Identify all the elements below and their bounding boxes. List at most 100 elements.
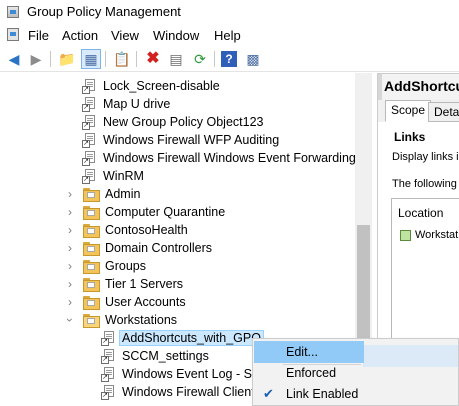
checkmark-icon: ✔ [263,386,274,401]
delete-icon[interactable]: ✖ [143,49,163,69]
links-list-item-label: Workstati [415,229,459,241]
tree-item-label: AddShortcuts_with_GPO [119,330,264,346]
submenu-highlight-band [363,345,458,367]
expand-chevron-icon[interactable]: › [65,185,75,203]
system-menu-icon[interactable] [7,28,19,41]
tree-item-label: New Group Policy Object123 [103,115,264,129]
tree-item-ou[interactable]: Groups [83,257,146,275]
tab-details[interactable]: Detai [428,102,459,122]
ou-folder-icon [83,241,100,256]
tree-item-gpo[interactable]: ↗ Lock_Screen-disable [82,77,220,95]
tree-item-label: Map U drive [103,97,171,111]
tree-item-label: Computer Quarantine [105,205,226,219]
following-sites-text: The following s [392,178,459,190]
gpo-link-icon: ↗ [82,133,97,148]
ou-folder-icon [83,295,100,310]
expand-chevron-icon[interactable]: › [65,239,75,257]
tree-item-gpo-link[interactable]: ↗ Windows Firewall Client [101,383,255,401]
tree-item-gpo-link[interactable]: ↗ SCCM_settings [101,347,209,365]
tree-item-ou-workstations[interactable]: Workstations [83,311,177,329]
details-title: AddShortcut [384,78,459,94]
window-title: Group Policy Management [27,4,181,19]
expand-chevron-icon[interactable]: › [65,203,75,221]
gpo-link-icon: ↗ [101,331,116,346]
refresh-icon[interactable]: ⟳ [190,49,210,69]
gpo-link-icon: ↗ [101,367,116,382]
context-menu-edit[interactable]: Edit... [254,341,364,363]
tree-item-label: Windows Firewall WFP Auditing [103,133,280,147]
tree-item-gpo[interactable]: ↗ Windows Firewall Windows Event Forward… [82,149,372,167]
collapse-chevron-icon[interactable]: › [61,315,79,325]
tree-item-ou[interactable]: Admin [83,185,140,203]
gpo-link-icon: ↗ [82,97,97,112]
up-folder-icon[interactable]: 📁 [57,49,77,69]
tree-item-label: ContosoHealth [105,223,188,237]
ou-folder-open-icon [83,313,100,328]
tree-item-label: SCCM_settings [122,349,209,363]
export-icon[interactable]: ▤ [166,49,186,69]
ou-folder-icon [83,223,100,238]
tab-scope[interactable]: Scope [385,100,432,122]
ou-icon [400,229,411,241]
tree-item-ou[interactable]: Tier 1 Servers [83,275,183,293]
toolbar-separator [136,51,137,67]
menu-action[interactable]: Action [62,28,98,43]
menu-window[interactable]: Window [153,28,199,43]
tree-item-label: Admin [105,187,141,201]
tree-item-gpo[interactable]: ↗ New Group Policy Object123 [82,113,264,131]
tree-item-ou[interactable]: User Accounts [83,293,186,311]
expand-chevron-icon[interactable]: › [65,293,75,311]
help-icon[interactable]: ? [221,51,237,67]
display-links-label: Display links in [392,151,459,163]
tree-item-gpo[interactable]: ↗ WinRM [82,167,144,185]
tree-item-label: Domain Controllers [105,241,212,255]
gpo-link-icon: ↗ [101,349,116,364]
toolbar-separator [214,51,215,67]
tree-item-label: Windows Firewall Windows Event Forwardin… [103,151,372,165]
tree-item-gpo[interactable]: ↗ Windows Firewall WFP Auditing [82,131,280,149]
expand-chevron-icon[interactable]: › [65,275,75,293]
tree-item-label: Windows Firewall Client [122,385,255,399]
tree-item-label: Groups [105,259,146,273]
show-hide-tree-icon[interactable]: ▦ [81,49,101,69]
ou-folder-icon [83,277,100,292]
menu-help[interactable]: Help [214,28,241,43]
details-header: AddShortcut [377,73,459,101]
tree-item-label: WinRM [103,169,144,183]
forward-arrow-icon[interactable]: ▶ [26,49,46,69]
links-list-item[interactable]: Workstati [400,229,459,241]
toolbar-separator [50,51,51,67]
menu-bar: File Action View Window Help [0,24,459,46]
context-menu: Edit... Enforced ✔ Link Enabled [252,338,459,406]
toolbar: ◀ ▶ 📁 ▦ 📋 ✖ ▤ ⟳ ? ▩ [0,46,459,72]
tree-item-ou[interactable]: Computer Quarantine [83,203,225,221]
links-heading: Links [394,130,426,144]
gpo-link-icon: ↗ [82,79,97,94]
gpo-link-icon: ↗ [82,169,97,184]
gpo-link-icon: ↗ [101,385,116,400]
title-bar: Group Policy Management [0,0,459,24]
gpo-link-icon: ↗ [82,115,97,130]
ou-folder-icon [83,259,100,274]
context-menu-enforced[interactable]: Enforced [254,362,364,384]
tree-item-ou[interactable]: Domain Controllers [83,239,212,257]
expand-chevron-icon[interactable]: › [65,221,75,239]
menu-file[interactable]: File [28,28,49,43]
expand-chevron-icon[interactable]: › [65,257,75,275]
context-menu-label: Enforced [286,366,337,380]
tree-item-gpo-link-selected[interactable]: ↗ AddShortcuts_with_GPO [101,329,264,347]
tree-item-gpo[interactable]: ↗ Map U drive [82,95,171,113]
details-tabs: Scope Detai [377,100,459,122]
tree-item-label: Tier 1 Servers [105,277,184,291]
context-menu-label: Link Enabled [286,387,359,401]
tree-item-ou[interactable]: ContosoHealth [83,221,188,239]
context-menu-link-enabled[interactable]: ✔ Link Enabled [254,383,364,405]
console-icon[interactable]: ▩ [243,49,263,69]
menu-view[interactable]: View [111,28,139,43]
tree-item-gpo-link[interactable]: ↗ Windows Event Log - Se [101,365,259,383]
location-column-header[interactable]: Location [398,206,443,220]
tree-item-label: Lock_Screen-disable [103,79,220,93]
back-arrow-icon[interactable]: ◀ [4,49,24,69]
properties-icon[interactable]: 📋 [112,49,132,69]
tree-item-label: Windows Event Log - Se [122,367,259,381]
